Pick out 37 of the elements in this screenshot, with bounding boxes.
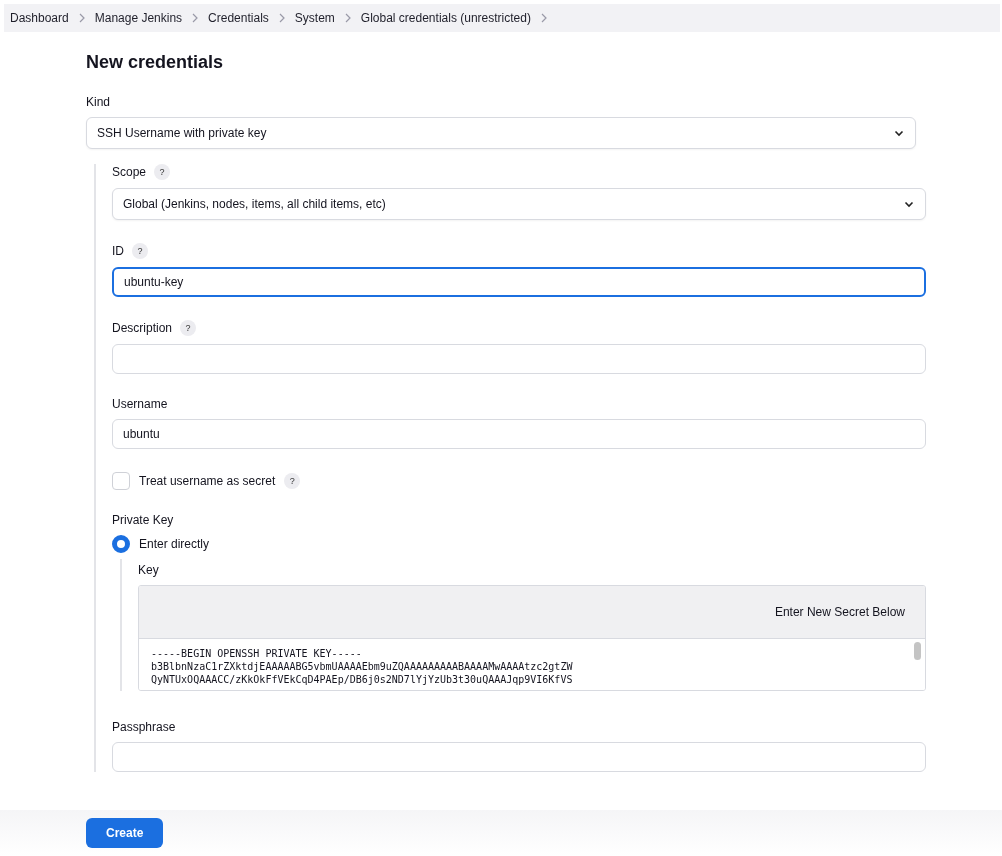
chevron-right-icon xyxy=(278,13,285,23)
help-icon[interactable]: ? xyxy=(284,473,301,489)
kind-select[interactable]: SSH Username with private key xyxy=(86,117,916,149)
field-label: ID xyxy=(112,244,124,258)
text-input[interactable]: ubuntu-key xyxy=(112,267,926,297)
breadcrumb-link[interactable]: Global credentials (unrestricted) xyxy=(360,11,531,25)
field-label: Description xyxy=(112,321,173,335)
breadcrumb-link[interactable]: Credentials xyxy=(208,11,269,25)
chevron-right-icon xyxy=(192,13,199,23)
chevron-right-icon xyxy=(78,13,85,23)
chevron-right-icon xyxy=(540,13,547,23)
field-label: Private Key xyxy=(112,513,174,527)
page-title: New credentials xyxy=(86,52,225,73)
chevron-right-icon xyxy=(344,13,351,23)
scrollbar-thumb[interactable] xyxy=(914,642,921,660)
passphrase-input[interactable] xyxy=(112,742,926,772)
radio-label: Enter directly xyxy=(139,537,210,551)
field-label: Username xyxy=(112,397,168,411)
breadcrumb-link[interactable]: Dashboard xyxy=(10,11,69,25)
key-textarea[interactable]: -----BEGIN OPENSSH PRIVATE KEY----- b3BlbnNzaC1rZXktdjEAAAAABG5vbmUAAAAEbm9uZQAAAAAAAAABAAAAMwAAAAtzc2gtZW QyNTUxOQAAACC/zKkOkFfVEkCqD4PAEp/DB6j0s2ND7lYjYzUb3t30uQAAAJqp9VI6KfVS xyxy=(139,639,925,690)
field-label: Key xyxy=(138,563,159,577)
create-button[interactable]: Create xyxy=(86,818,164,848)
help-icon[interactable]: ? xyxy=(180,320,197,336)
checkbox[interactable] xyxy=(112,472,130,490)
checkbox-label: Treat username as secret xyxy=(139,474,276,488)
radio-button[interactable] xyxy=(112,535,130,553)
breadcrumb-link[interactable]: Manage Jenkins xyxy=(94,11,183,25)
field-label: Scope xyxy=(112,165,147,179)
text-input[interactable] xyxy=(112,344,926,374)
help-icon[interactable]: ? xyxy=(132,243,148,259)
scope-select[interactable]: Global (Jenkins, nodes, items, all child items, etc) xyxy=(112,188,926,220)
breadcrumb-link[interactable]: System xyxy=(294,11,335,25)
field-label: Passphrase xyxy=(112,720,176,734)
help-icon[interactable]: ? xyxy=(154,164,171,180)
text-input[interactable]: ubuntu xyxy=(112,419,926,449)
field-label: Kind xyxy=(86,95,111,109)
secret-hint: Enter New Secret Below xyxy=(774,605,905,619)
